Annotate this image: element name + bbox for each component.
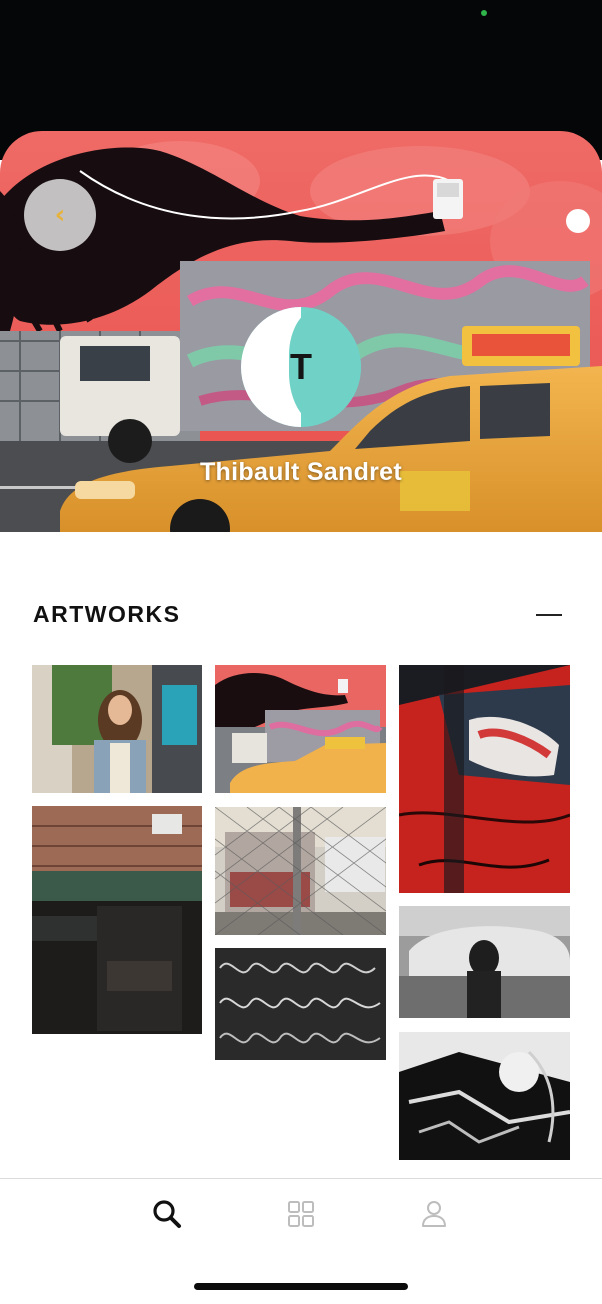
- artwork-image: [32, 806, 202, 1034]
- artwork-image: [399, 665, 570, 893]
- search-icon: [153, 1200, 181, 1228]
- artwork-image: [399, 1032, 570, 1160]
- artwork-tile[interactable]: [399, 1032, 570, 1160]
- avatar-initial: T: [290, 346, 312, 387]
- avatar: T: [241, 307, 361, 427]
- grid-icon: [288, 1201, 314, 1227]
- profile-name: Thibault Sandret: [199, 458, 403, 486]
- nav-search[interactable]: [147, 1196, 187, 1232]
- chevron-left-icon: ‹: [54, 200, 66, 230]
- artwork-tile[interactable]: [399, 665, 570, 893]
- artwork-tile[interactable]: [215, 807, 386, 935]
- home-indicator: [194, 1283, 408, 1290]
- nav-profile[interactable]: [414, 1196, 454, 1232]
- artwork-image: [215, 807, 386, 935]
- section-title: ARTWORKS: [33, 601, 181, 627]
- artwork-image: [399, 906, 570, 1018]
- user-icon: [422, 1201, 446, 1227]
- nav-grid[interactable]: [281, 1196, 321, 1232]
- artwork-tile[interactable]: [215, 665, 386, 793]
- artwork-image: [32, 665, 202, 793]
- nav-divider: [0, 1178, 602, 1179]
- artwork-tile[interactable]: [215, 948, 386, 1060]
- artwork-image: [215, 665, 386, 793]
- artwork-tile[interactable]: [399, 906, 570, 1018]
- artwork-image: [215, 948, 386, 1060]
- back-button[interactable]: ‹: [24, 179, 96, 251]
- minus-icon[interactable]: [536, 606, 563, 622]
- artwork-tile[interactable]: [32, 665, 202, 793]
- camera-indicator: [481, 10, 487, 16]
- artwork-tile[interactable]: [32, 806, 202, 1034]
